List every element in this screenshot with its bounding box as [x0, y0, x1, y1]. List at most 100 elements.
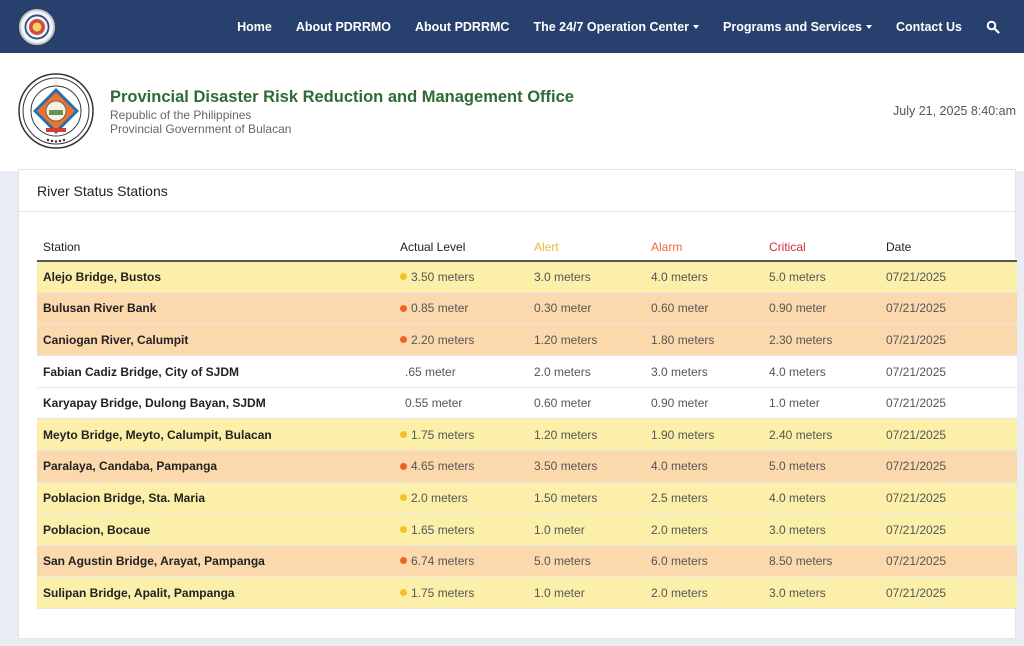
caret-down-icon	[866, 25, 873, 30]
critical-threshold: 3.0 meters	[763, 513, 880, 546]
alert-threshold: 2.0 meters	[528, 355, 645, 388]
alarm-threshold: 2.5 meters	[645, 482, 763, 515]
reading-date: 07/21/2025	[880, 576, 1017, 610]
river-status-table: Station Actual Level Alert Alarm Critica…	[37, 233, 1017, 610]
reading-date: 07/21/2025	[880, 418, 1017, 452]
critical-threshold: 2.30 meters	[763, 324, 880, 357]
nav-about-pdrrmc-label: About PDRRMC	[415, 19, 510, 34]
actual-level-value: 2.0 meters	[411, 490, 468, 505]
nav-about-pdrrmc[interactable]: About PDRRMC	[415, 20, 509, 34]
critical-threshold: 5.0 meters	[763, 261, 880, 294]
alert-threshold: 1.0 meter	[528, 513, 645, 546]
alarm-threshold: 3.0 meters	[645, 355, 763, 388]
alarm-threshold: 6.0 meters	[645, 545, 763, 578]
station-name: Fabian Cadiz Bridge, City of SJDM	[37, 355, 394, 388]
table-row: Poblacion Bridge, Sta. Maria 2.0 meters 1.…	[37, 482, 1017, 515]
org-title: Provincial Disaster Risk Reduction and M…	[110, 88, 574, 106]
column-header-alarm: Alarm	[645, 233, 763, 262]
status-dot-icon	[400, 557, 407, 565]
station-name: San Agustin Bridge, Arayat, Pampanga	[37, 545, 394, 578]
nav-home-label: Home	[237, 19, 272, 34]
critical-threshold: 5.0 meters	[763, 450, 880, 483]
actual-level: 0.85 meter	[394, 292, 528, 325]
actual-level: 3.50 meters	[394, 261, 528, 294]
status-dot-icon	[400, 304, 407, 312]
search-icon[interactable]	[986, 20, 1000, 34]
reading-date: 07/21/2025	[880, 482, 1017, 515]
table-row: Karyapay Bridge, Dulong Bayan, SJDM 0.55 …	[37, 387, 1017, 420]
nav-operation-center[interactable]: The 24/7 Operation Center	[533, 20, 700, 34]
table-row: Sulipan Bridge, Apalit, Pampanga 1.75 met…	[37, 576, 1017, 610]
nav-programs-services[interactable]: Programs and Services	[723, 19, 873, 34]
alarm-threshold: 4.0 meters	[645, 450, 763, 483]
table-row: Fabian Cadiz Bridge, City of SJDM .65 met…	[37, 355, 1017, 388]
actual-level: .65 meter	[394, 355, 528, 388]
actual-level: 1.75 meters	[394, 576, 528, 610]
actual-level-value: 1.75 meters	[411, 427, 475, 442]
actual-level: 2.0 meters	[394, 482, 528, 515]
table-row: Meyto Bridge, Meyto, Calumpit, Bulacan 1.…	[37, 418, 1017, 452]
actual-level-value: .65 meter	[405, 364, 456, 379]
station-name: Sulipan Bridge, Apalit, Pampanga	[37, 576, 394, 610]
actual-level: 2.20 meters	[394, 324, 528, 357]
station-name: Poblacion Bridge, Sta. Maria	[37, 482, 394, 515]
status-dot-icon	[400, 494, 407, 502]
critical-threshold: 1.0 meter	[763, 387, 880, 420]
pdrrmo-seal-logo[interactable]	[18, 73, 94, 149]
alarm-threshold: 1.80 meters	[645, 324, 763, 357]
station-name: Paralaya, Candaba, Pampanga	[37, 450, 394, 483]
status-dot-icon	[400, 525, 407, 533]
reading-date: 07/21/2025	[880, 387, 1017, 420]
column-header-date: Date	[880, 233, 1017, 262]
alarm-threshold: 2.0 meters	[645, 513, 763, 546]
nav-home[interactable]: Home	[237, 20, 272, 34]
table-row: San Agustin Bridge, Arayat, Pampanga 6.74…	[37, 545, 1017, 578]
card-header: River Status Stations	[19, 170, 1015, 212]
org-subtitle-country: Republic of the Philippines	[110, 108, 252, 122]
reading-date: 07/21/2025	[880, 450, 1017, 483]
status-dot-icon	[400, 462, 407, 470]
alert-threshold: 0.60 meter	[528, 387, 645, 420]
column-header-critical: Critical	[763, 233, 880, 262]
alarm-threshold: 0.60 meter	[645, 292, 763, 325]
current-datetime: July 21, 2025 8:40:am	[893, 104, 1016, 118]
actual-level-value: 1.75 meters	[411, 585, 475, 600]
column-header-actual-level: Actual Level	[394, 233, 528, 262]
table-body: Alejo Bridge, Bustos 3.50 meters 3.0 meter…	[37, 261, 1017, 610]
status-dot-icon	[400, 589, 407, 597]
station-name: Poblacion, Bocaue	[37, 513, 394, 546]
alert-threshold: 1.20 meters	[528, 324, 645, 357]
alarm-threshold: 2.0 meters	[645, 576, 763, 610]
column-header-alert: Alert	[528, 233, 645, 262]
alarm-threshold: 0.90 meter	[645, 387, 763, 420]
status-dot-icon	[400, 273, 407, 281]
nav-programs-services-label: Programs and Services	[723, 19, 863, 34]
alert-threshold: 3.0 meters	[528, 261, 645, 294]
top-navbar: Home About PDRRMO About PDRRMC The 24/7 …	[0, 0, 1024, 53]
reading-date: 07/21/2025	[880, 324, 1017, 357]
bulacan-seal-logo[interactable]	[19, 9, 55, 45]
actual-level: 1.65 meters	[394, 513, 528, 546]
card-title: River Status Stations	[37, 182, 168, 199]
actual-level: 0.55 meter	[394, 387, 528, 420]
reading-date: 07/21/2025	[880, 292, 1017, 325]
actual-level-value: 0.55 meter	[405, 396, 463, 411]
actual-level: 1.75 meters	[394, 418, 528, 452]
reading-date: 07/21/2025	[880, 355, 1017, 388]
alert-threshold: 1.50 meters	[528, 482, 645, 515]
station-name: Bulusan River Bank	[37, 292, 394, 325]
actual-level-value: 3.50 meters	[411, 270, 475, 285]
critical-threshold: 0.90 meter	[763, 292, 880, 325]
nav-about-pdrrmo[interactable]: About PDRRMO	[296, 20, 391, 34]
table-header-row: Station Actual Level Alert Alarm Critica…	[37, 233, 1017, 262]
actual-level: 6.74 meters	[394, 545, 528, 578]
critical-threshold: 4.0 meters	[763, 355, 880, 388]
table-row: Alejo Bridge, Bustos 3.50 meters 3.0 meter…	[37, 261, 1017, 294]
critical-threshold: 2.40 meters	[763, 418, 880, 452]
nav-contact-us[interactable]: Contact Us	[896, 20, 962, 34]
alert-threshold: 1.20 meters	[528, 418, 645, 452]
station-name: Karyapay Bridge, Dulong Bayan, SJDM	[37, 387, 394, 420]
nav-contact-us-label: Contact Us	[896, 19, 962, 34]
org-subtitle-government: Provincial Government of Bulacan	[110, 122, 292, 136]
alert-threshold: 3.50 meters	[528, 450, 645, 483]
